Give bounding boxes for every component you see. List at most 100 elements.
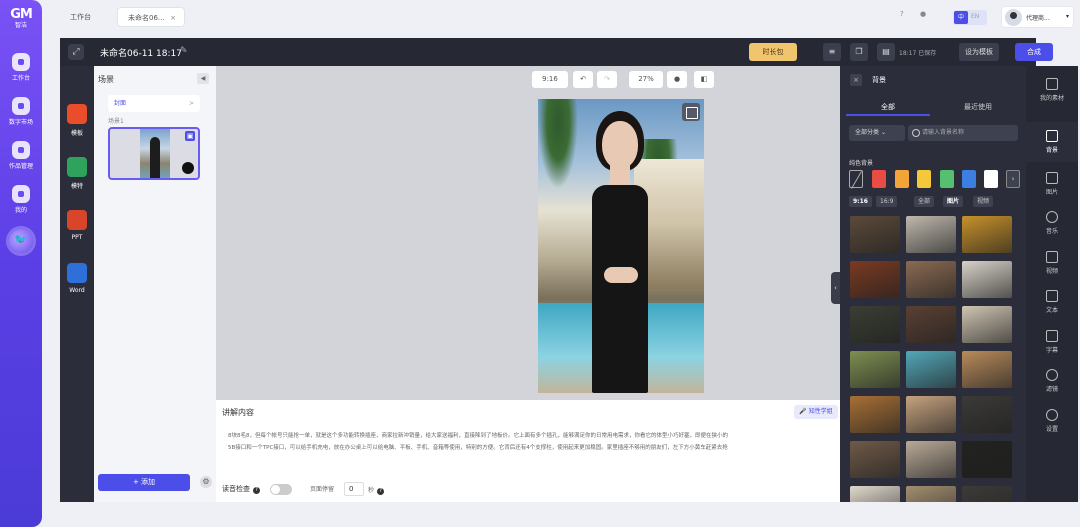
lang-en[interactable]: EN [971, 13, 979, 20]
lang-zh[interactable]: 中 [954, 11, 968, 24]
ratio-button[interactable]: 9:16 [532, 71, 568, 88]
undo-icon[interactable]: ↶ [573, 71, 593, 88]
background-thumbnail[interactable] [906, 486, 956, 502]
color-swatch-orange[interactable] [895, 170, 909, 188]
save-icon[interactable]: ▤ [877, 43, 895, 61]
background-thumbnail[interactable] [850, 261, 900, 298]
flip-icon[interactable]: ◧ [694, 71, 714, 88]
play-icon[interactable] [182, 162, 194, 174]
no-color-swatch[interactable] [849, 170, 863, 188]
background-thumbnail[interactable] [962, 261, 1012, 298]
user-menu[interactable]: 代理商... ▾ [1001, 6, 1074, 28]
rail-filter[interactable]: 滤镜 [1026, 369, 1078, 393]
color-swatch-yellow[interactable] [917, 170, 931, 188]
category-select[interactable]: 全部分类 ⌄ [849, 125, 905, 141]
sidebar-item-digital-market[interactable]: 数字市场 [0, 97, 42, 126]
tool-model[interactable]: 模特 [64, 157, 90, 190]
more-colors-icon[interactable]: › [1006, 170, 1020, 188]
tool-ppt[interactable]: PPT [64, 210, 90, 241]
filter-all[interactable]: 全部 [914, 196, 935, 207]
background-thumbnail[interactable] [906, 261, 956, 298]
template-icon [67, 104, 87, 124]
gm-logo[interactable]: GM 智洁 [6, 8, 36, 30]
video-stage[interactable] [538, 99, 704, 393]
sidebar-item-works[interactable]: 作品管理 [0, 141, 42, 170]
rail-image[interactable]: 图片 [1026, 172, 1078, 196]
collapse-icon[interactable]: ◀ [197, 73, 209, 84]
fullscreen-icon[interactable]: ⤢ [68, 44, 84, 60]
script-text[interactable]: 8块8毛8，但每个帐号只能抢一单，就是这个多功能转换插座，商家拉新冲销量，给大家… [228, 430, 838, 454]
language-toggle[interactable]: 中 EN [953, 10, 987, 25]
tool-template[interactable]: 模板 [64, 104, 90, 137]
background-thumbnail[interactable] [906, 396, 956, 433]
filter-video[interactable]: 视频 [973, 196, 994, 207]
bell-icon[interactable]: ● [920, 10, 926, 18]
background-thumbnail[interactable] [962, 306, 1012, 343]
background-thumbnail[interactable] [850, 351, 900, 388]
background-thumbnail[interactable] [850, 441, 900, 478]
voice-select-button[interactable]: 🎤 知性学姐 [794, 405, 838, 419]
filter-16-9[interactable]: 16:9 [876, 196, 898, 207]
pause-seconds-input[interactable]: 0 [344, 482, 364, 496]
seconds-unit: 秒? [368, 485, 385, 495]
color-swatch-blue[interactable] [962, 170, 976, 188]
synthesize-button[interactable]: 合成 [1015, 43, 1053, 61]
background-icon[interactable]: ● [667, 71, 687, 88]
background-thumbnail[interactable] [962, 216, 1012, 253]
sidebar-item-mine[interactable]: 我的 [0, 185, 42, 214]
background-thumbnail[interactable] [906, 441, 956, 478]
filter-image[interactable]: 图片 [943, 196, 964, 207]
rail-subtitle[interactable]: 字幕 [1026, 330, 1078, 354]
rail-background[interactable]: 背景 [1026, 122, 1078, 162]
sidebar-item-workbench[interactable]: 工作台 [0, 53, 42, 82]
tab-recent[interactable]: 最近使用 [936, 98, 1020, 116]
gear-icon[interactable]: ⚙ [200, 476, 212, 488]
background-thumbnail[interactable] [906, 306, 956, 343]
zoom-level[interactable]: 27% [629, 71, 663, 88]
close-icon[interactable]: × [170, 8, 176, 28]
color-swatch-green[interactable] [940, 170, 954, 188]
background-thumbnail[interactable] [850, 216, 900, 253]
tool-word[interactable]: Word [64, 263, 90, 294]
panel-collapse-handle[interactable]: ‹ [831, 272, 840, 304]
model-dress[interactable] [592, 185, 648, 393]
background-thumbnail[interactable] [962, 396, 1012, 433]
scene-thumbnail[interactable]: ▣ [108, 127, 200, 180]
background-thumbnail[interactable] [850, 396, 900, 433]
background-thumbnail[interactable] [962, 441, 1012, 478]
rail-settings[interactable]: 设置 [1026, 409, 1078, 433]
redo-icon[interactable]: ↷ [597, 71, 617, 88]
add-scene-button[interactable]: + 添加 [98, 474, 190, 491]
time-package-button[interactable]: 时长包 [749, 43, 797, 61]
bird-assistant-icon[interactable] [9, 229, 33, 253]
background-thumbnail[interactable] [962, 351, 1012, 388]
help-icon[interactable]: ? [900, 10, 904, 18]
edit-title-icon[interactable]: ✎ [180, 46, 188, 56]
copy-icon[interactable]: ❐ [850, 43, 868, 61]
background-thumbnail[interactable] [962, 486, 1012, 502]
rail-music[interactable]: 音乐 [1026, 211, 1078, 235]
filter-9-16[interactable]: 9:16 [849, 196, 872, 207]
read-check-toggle[interactable] [270, 484, 292, 495]
image-icon[interactable] [682, 103, 700, 121]
color-swatch-white[interactable] [984, 170, 998, 188]
rail-text[interactable]: 文本 [1026, 290, 1078, 314]
tab-untitled[interactable]: 未命名06... × [117, 7, 185, 27]
delete-icon[interactable]: ▣ [185, 131, 195, 141]
rail-my-assets[interactable]: 我的素材 [1026, 78, 1078, 102]
search-input[interactable]: 请输入背景名称 [908, 125, 1018, 141]
background-thumbnail[interactable] [850, 306, 900, 343]
help-icon[interactable]: ? [377, 488, 385, 495]
background-thumbnail[interactable] [850, 486, 900, 502]
set-template-button[interactable]: 设为模板 [959, 43, 999, 61]
cover-item[interactable]: 封面 > [108, 95, 200, 112]
color-swatch-red[interactable] [872, 170, 886, 188]
background-thumbnail[interactable] [906, 351, 956, 388]
tab-workbench[interactable]: 工作台 [60, 7, 116, 27]
tab-all[interactable]: 全部 [846, 98, 930, 116]
background-thumbnail[interactable] [906, 216, 956, 253]
close-icon[interactable]: × [850, 74, 862, 86]
adjust-icon[interactable]: ≡ [823, 43, 841, 61]
rail-video[interactable]: 视频 [1026, 251, 1078, 275]
help-icon[interactable]: ? [253, 487, 260, 494]
